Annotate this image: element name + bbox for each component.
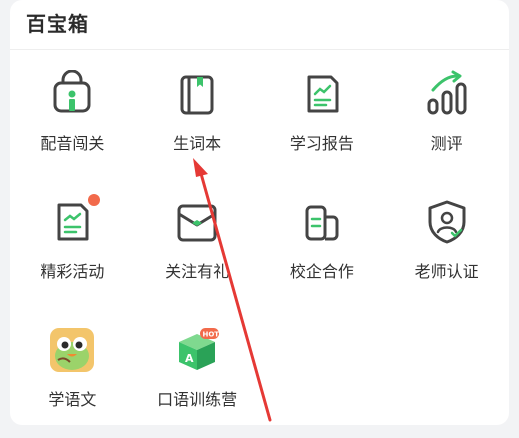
vocabulary-book-icon — [173, 70, 221, 118]
item-label: 校企合作 — [289, 262, 354, 281]
item-label: 生词本 — [173, 134, 222, 153]
gift-envelope-icon — [173, 198, 221, 246]
assessment-icon — [423, 70, 471, 118]
item-follow-gift[interactable]: 关注有礼 — [135, 190, 260, 318]
divider — [10, 49, 509, 50]
hot-badge-text: HOT — [203, 331, 220, 339]
item-teacher-cert[interactable]: 老师认证 — [384, 190, 509, 318]
report-icon — [298, 70, 346, 118]
item-label: 学习报告 — [289, 134, 354, 153]
toolbox-panel: 百宝箱 配音闯关 生词本 学习报告 测评 精彩活动 关注有礼 校企合作 老师认证… — [10, 0, 509, 425]
chinese-learning-icon — [48, 326, 96, 374]
panel-title: 百宝箱 — [26, 12, 89, 36]
item-dubbing[interactable]: 配音闯关 — [10, 62, 135, 190]
item-label: 老师认证 — [414, 262, 479, 281]
item-speaking-camp[interactable]: A HOT 口语训练营 — [135, 318, 260, 438]
speaking-camp-icon: A HOT — [173, 326, 221, 374]
cooperation-icon — [298, 198, 346, 246]
item-label: 精彩活动 — [40, 262, 105, 281]
item-assessment[interactable]: 测评 — [384, 62, 509, 190]
empty-slot — [260, 318, 385, 438]
item-label: 测评 — [430, 134, 463, 153]
item-activities[interactable]: 精彩活动 — [10, 190, 135, 318]
item-learn-chinese[interactable]: 学语文 — [10, 318, 135, 438]
svg-text:A: A — [185, 352, 194, 365]
item-label: 口语训练营 — [157, 390, 238, 409]
item-label: 配音闯关 — [40, 134, 105, 153]
notification-badge — [88, 194, 101, 206]
empty-slot — [384, 318, 509, 438]
item-study-report[interactable]: 学习报告 — [260, 62, 385, 190]
item-label: 学语文 — [48, 390, 97, 409]
item-school-enterprise[interactable]: 校企合作 — [260, 190, 385, 318]
item-label: 关注有礼 — [165, 262, 230, 281]
teacher-cert-icon — [423, 198, 471, 246]
item-vocabulary-book[interactable]: 生词本 — [135, 62, 260, 190]
dubbing-icon — [48, 70, 96, 118]
toolbox-grid: 配音闯关 生词本 学习报告 测评 精彩活动 关注有礼 校企合作 老师认证 学语文… — [10, 62, 509, 438]
activity-icon — [48, 194, 101, 246]
